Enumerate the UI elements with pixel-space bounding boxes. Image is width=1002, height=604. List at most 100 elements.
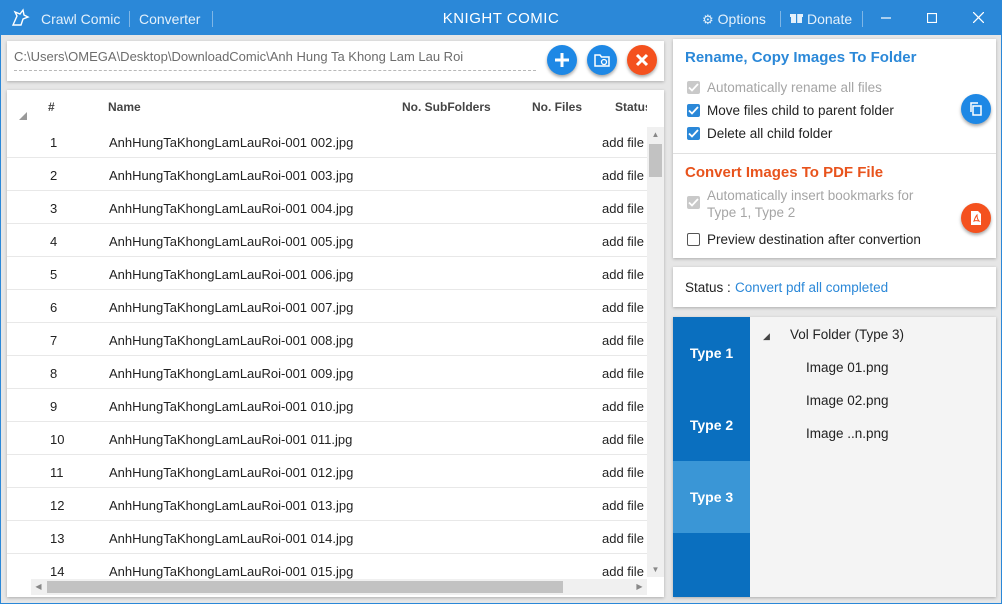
table-row[interactable]: 7 AnhHungTaKhongLamLauRoi-001 008.jpg add … bbox=[7, 323, 647, 356]
row-name: AnhHungTaKhongLamLauRoi-001 009.jpg bbox=[109, 366, 354, 381]
table-row[interactable]: 11 AnhHungTaKhongLamLauRoi-001 012.jpg add… bbox=[7, 455, 647, 488]
table-row[interactable]: 10 AnhHungTaKhongLamLauRoi-001 011.jpg add… bbox=[7, 422, 647, 455]
horizontal-scroll-thumb[interactable] bbox=[47, 581, 563, 593]
status-value: Convert pdf all completed bbox=[735, 280, 889, 295]
tree-child-item[interactable]: Image 02.png bbox=[806, 393, 889, 408]
column-header-name[interactable]: Name bbox=[108, 100, 141, 114]
minimize-icon bbox=[881, 17, 891, 19]
auto-rename-label: Automatically rename all files bbox=[707, 80, 882, 95]
select-all-corner[interactable] bbox=[19, 112, 27, 120]
folder-path-input[interactable]: C:\Users\OMEGA\Desktop\DownloadComic\Anh… bbox=[14, 49, 536, 71]
close-icon bbox=[972, 11, 984, 24]
convert-pdf-button[interactable] bbox=[961, 203, 991, 233]
menu-divider bbox=[780, 11, 781, 27]
preview-destination-checkbox[interactable] bbox=[687, 233, 700, 246]
menu-crawl-comic[interactable]: Crawl Comic bbox=[41, 11, 120, 27]
row-number: 14 bbox=[50, 564, 65, 579]
column-header-status[interactable]: Status bbox=[615, 100, 647, 114]
gear-icon: ⚙ bbox=[702, 12, 714, 27]
vertical-scrollbar[interactable]: ▲ ▼ bbox=[647, 127, 664, 577]
refresh-folder-button[interactable] bbox=[587, 45, 617, 75]
row-name: AnhHungTaKhongLamLauRoi-001 004.jpg bbox=[109, 201, 354, 216]
row-name: AnhHungTaKhongLamLauRoi-001 012.jpg bbox=[109, 465, 354, 480]
row-status: add file bbox=[602, 564, 644, 579]
scroll-up-icon[interactable]: ▲ bbox=[647, 127, 664, 142]
table-row[interactable]: 4 AnhHungTaKhongLamLauRoi-001 005.jpg add … bbox=[7, 224, 647, 257]
row-name: AnhHungTaKhongLamLauRoi-001 003.jpg bbox=[109, 168, 354, 183]
move-files-checkbox[interactable] bbox=[687, 104, 700, 117]
menu-divider bbox=[129, 11, 130, 27]
options-label: Options bbox=[717, 11, 766, 27]
row-status: add file bbox=[602, 432, 644, 447]
row-name: AnhHungTaKhongLamLauRoi-001 007.jpg bbox=[109, 300, 354, 315]
row-status: add file bbox=[602, 333, 644, 348]
add-folder-button[interactable] bbox=[547, 45, 577, 75]
scroll-down-icon[interactable]: ▼ bbox=[647, 562, 664, 577]
row-number: 4 bbox=[50, 234, 58, 249]
tab-type-1[interactable]: Type 1 bbox=[673, 317, 750, 389]
row-name: AnhHungTaKhongLamLauRoi-001 010.jpg bbox=[109, 399, 354, 414]
tab-type-3-label: Type 3 bbox=[689, 489, 734, 505]
table-row[interactable]: 14 AnhHungTaKhongLamLauRoi-001 015.jpg add… bbox=[7, 554, 647, 579]
row-number: 7 bbox=[50, 333, 58, 348]
row-status: add file bbox=[602, 201, 644, 216]
column-header-subfolders[interactable]: No. SubFolders bbox=[402, 100, 491, 114]
menu-converter[interactable]: Converter bbox=[139, 11, 200, 27]
row-number: 11 bbox=[50, 465, 64, 480]
tree-child-item[interactable]: Image 01.png bbox=[806, 360, 889, 375]
row-status: add file bbox=[602, 267, 644, 282]
row-name: AnhHungTaKhongLamLauRoi-001 015.jpg bbox=[109, 564, 354, 579]
delete-child-checkbox[interactable] bbox=[687, 127, 700, 140]
clear-folder-button[interactable] bbox=[627, 45, 657, 75]
options-panel: Rename, Copy Images To Folder Automatica… bbox=[673, 39, 996, 258]
row-name: AnhHungTaKhongLamLauRoi-001 005.jpg bbox=[109, 234, 354, 249]
tree-child-item[interactable]: Image ..n.png bbox=[806, 426, 889, 441]
section-divider bbox=[673, 153, 996, 154]
row-status: add file bbox=[602, 300, 644, 315]
table-row[interactable]: 1 AnhHungTaKhongLamLauRoi-001 002.jpg add … bbox=[7, 125, 647, 158]
scroll-right-icon[interactable]: ▶ bbox=[632, 579, 647, 595]
row-number: 9 bbox=[50, 399, 58, 414]
column-header-number[interactable]: # bbox=[48, 100, 55, 114]
table-row[interactable]: 5 AnhHungTaKhongLamLauRoi-001 006.jpg add … bbox=[7, 257, 647, 290]
table-row[interactable]: 8 AnhHungTaKhongLamLauRoi-001 009.jpg add … bbox=[7, 356, 647, 389]
table-row[interactable]: 6 AnhHungTaKhongLamLauRoi-001 007.jpg add … bbox=[7, 290, 647, 323]
title-bar: Crawl Comic Converter KNIGHT COMIC ⚙ Opti… bbox=[1, 1, 1001, 35]
preview-destination-label: Preview destination after convertion bbox=[707, 232, 921, 247]
table-row[interactable]: 2 AnhHungTaKhongLamLauRoi-001 003.jpg add … bbox=[7, 158, 647, 191]
tab-type-3[interactable]: Type 3 bbox=[673, 461, 750, 533]
vertical-scroll-thumb[interactable] bbox=[649, 144, 662, 177]
table-row[interactable]: 13 AnhHungTaKhongLamLauRoi-001 014.jpg add… bbox=[7, 521, 647, 554]
plus-icon bbox=[555, 53, 569, 67]
path-panel: C:\Users\OMEGA\Desktop\DownloadComic\Anh… bbox=[7, 41, 664, 81]
scroll-left-icon[interactable]: ◀ bbox=[31, 579, 46, 595]
minimize-button[interactable] bbox=[871, 7, 901, 29]
row-number: 5 bbox=[50, 267, 58, 282]
table-row[interactable]: 12 AnhHungTaKhongLamLauRoi-001 013.jpg add… bbox=[7, 488, 647, 521]
row-name: AnhHungTaKhongLamLauRoi-001 014.jpg bbox=[109, 531, 354, 546]
folder-refresh-icon bbox=[594, 54, 610, 67]
donate-button[interactable]: Donate bbox=[790, 11, 852, 27]
table-row[interactable]: 3 AnhHungTaKhongLamLauRoi-001 004.jpg add … bbox=[7, 191, 647, 224]
row-status: add file bbox=[602, 234, 644, 249]
horizontal-scrollbar[interactable]: ◀ ▶ bbox=[31, 579, 647, 595]
tree-expand-icon[interactable]: ◢ bbox=[763, 331, 770, 342]
auto-bookmark-checkbox bbox=[687, 196, 700, 209]
move-files-label: Move files child to parent folder bbox=[707, 103, 894, 118]
row-number: 10 bbox=[50, 432, 65, 447]
row-number: 2 bbox=[50, 168, 58, 183]
menu-divider bbox=[212, 11, 213, 27]
options-button[interactable]: ⚙ Options bbox=[702, 11, 766, 28]
tab-type-2[interactable]: Type 2 bbox=[673, 389, 750, 461]
row-status: add file bbox=[602, 399, 644, 414]
auto-bookmark-label-line2: Type 1, Type 2 bbox=[707, 205, 796, 220]
maximize-button[interactable] bbox=[917, 7, 947, 29]
status-label: Status : bbox=[685, 280, 731, 295]
tree-root-folder[interactable]: Vol Folder (Type 3) bbox=[790, 327, 904, 342]
column-header-files[interactable]: No. Files bbox=[532, 100, 582, 114]
pdf-section-title: Convert Images To PDF File bbox=[685, 164, 884, 181]
table-row[interactable]: 9 AnhHungTaKhongLamLauRoi-001 010.jpg add … bbox=[7, 389, 647, 422]
copy-images-button[interactable] bbox=[961, 94, 991, 124]
row-number: 13 bbox=[50, 531, 65, 546]
close-window-button[interactable] bbox=[963, 7, 993, 29]
